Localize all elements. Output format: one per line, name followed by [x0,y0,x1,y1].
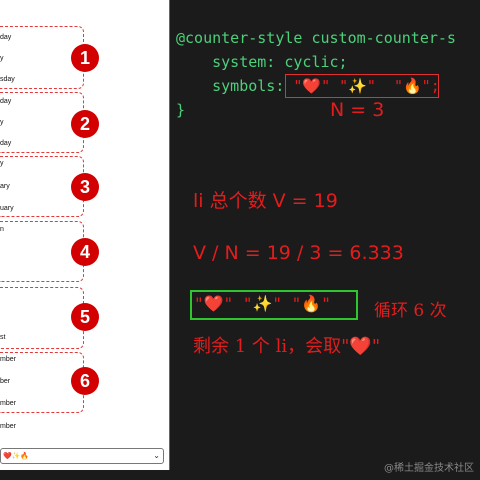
symbols-repeat-text: "❤️" "✨" "🔥" [194,294,331,313]
division-label: V / N = 19 / 3 = 6.333 [193,242,404,264]
number-badge-1: 1 [71,44,99,72]
select-value: ❤️✨🔥 [3,452,30,460]
number-badge-5: 5 [71,303,99,331]
total-count-label: li 总个数 V = 19 [193,190,338,212]
list-item: mber [0,423,16,430]
list-item: ber [0,378,11,385]
code-symbols-key: symbols: [176,77,285,95]
symbols-highlight-box [285,74,439,98]
n-equals-label: N = 3 [330,99,385,121]
list-item: st [0,334,6,341]
list-item: y [0,160,4,167]
list-item: mber [0,356,16,363]
number-badge-6: 6 [71,367,99,395]
number-badge-4: 4 [71,238,99,266]
watermark: @稀土掘金技术社区 [384,463,474,474]
list-item: ary [0,183,10,190]
code-block: @counter-style custom-counter-s system: … [176,26,456,146]
counter-style-select[interactable]: ❤️✨🔥 ⌄ [0,448,164,464]
preview-panel: day y sday day y day y ary uary n st mbe… [0,0,170,470]
chevron-down-icon: ⌄ [153,451,160,460]
list-item: mber [0,400,16,407]
list-item: n [0,226,4,233]
list-item: uary [0,205,14,212]
list-item: sday [0,76,15,83]
list-item: y [0,119,4,126]
number-badge-2: 2 [71,110,99,138]
list-item: day [0,140,12,147]
remainder-label: 剩余 1 个 li，会取"❤️" [193,336,381,357]
list-item: day [0,34,12,41]
list-item: day [0,98,12,105]
cycle-count-label: 循环 6 次 [374,301,447,321]
code-line-1: @counter-style custom-counter-s [176,29,456,47]
code-line-2: system: cyclic; [176,53,348,71]
code-line-4: } [176,101,186,119]
list-item: y [0,55,4,62]
number-badge-3: 3 [71,173,99,201]
